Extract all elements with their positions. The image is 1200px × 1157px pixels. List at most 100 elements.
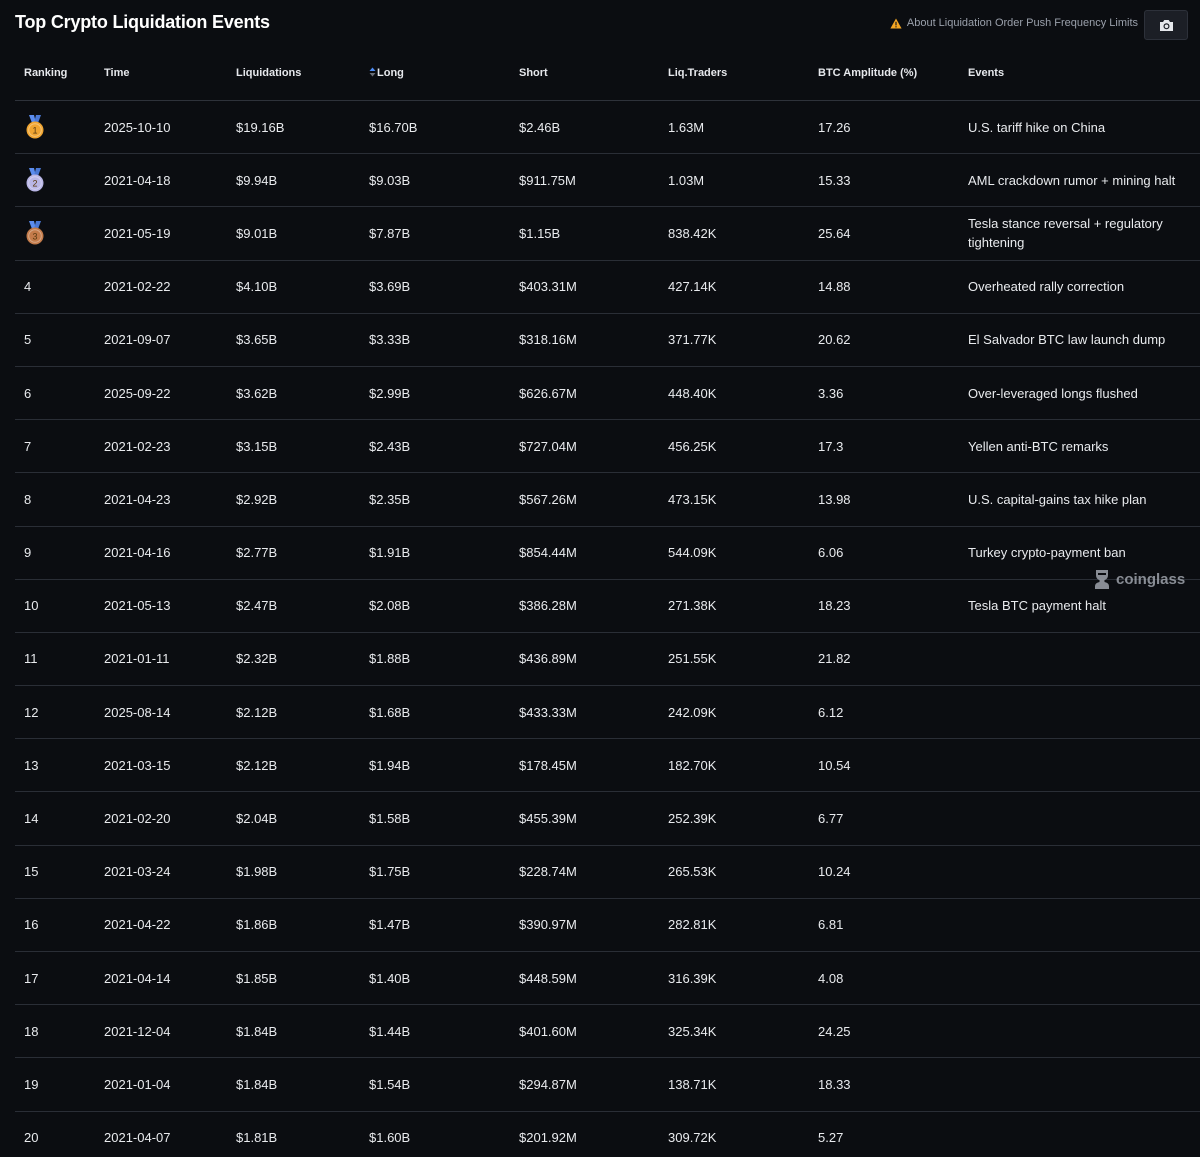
cell-liq-traders: 1.63M <box>668 119 705 135</box>
cell-ranking: 5 <box>24 314 31 366</box>
rank-number: 6 <box>24 385 32 401</box>
cell-ranking: 17 <box>24 952 38 1004</box>
col-long-label: Long <box>377 67 404 79</box>
cell-time: 2021-09-07 <box>104 332 171 348</box>
cell-long: $1.47B <box>369 917 411 933</box>
cell-short: $433.33M <box>519 704 577 720</box>
cell-btc-amplitude: 21.82 <box>818 651 851 667</box>
cell-short: $455.39M <box>519 811 577 827</box>
rank-number: 15 <box>24 864 39 880</box>
cell-ranking: 2 <box>24 154 46 206</box>
cell-liquidations: $1.85B <box>236 970 278 986</box>
cell-ranking: 13 <box>24 739 38 791</box>
cell-short: $567.26M <box>519 491 577 507</box>
cell-liq-traders: 544.09K <box>668 545 717 561</box>
table-row[interactable]: 16 2021-04-22 $1.86B $1.47B $390.97M 282.81K 6… <box>15 899 1200 952</box>
cell-liquidations: $2.04B <box>236 811 278 827</box>
cell-events <box>968 739 1180 791</box>
col-long[interactable]: Long <box>369 67 404 79</box>
cell-time: 2021-04-22 <box>104 917 171 933</box>
cell-long: $1.94B <box>369 757 411 773</box>
frequency-limits-notice[interactable]: About Liquidation Order Push Frequency L… <box>890 17 1138 29</box>
cell-long: $1.68B <box>369 704 411 720</box>
cell-events <box>968 899 1180 951</box>
cell-short: $2.46B <box>519 119 561 135</box>
cell-liq-traders: 265.53K <box>668 864 717 880</box>
cell-ranking: 6 <box>24 367 31 419</box>
cell-liq-traders: 252.39K <box>668 811 717 827</box>
cell-time: 2021-02-23 <box>104 438 171 454</box>
col-btc-amplitude[interactable]: BTC Amplitude (%) <box>818 67 917 79</box>
cell-long: $2.08B <box>369 598 411 614</box>
rank-number: 2 <box>32 179 37 189</box>
screenshot-button[interactable] <box>1144 10 1188 40</box>
cell-short: $318.16M <box>519 332 577 348</box>
rank-number: 8 <box>24 491 32 507</box>
table-row[interactable]: 6 2025-09-22 $3.62B $2.99B $626.67M 448.40K 3.… <box>15 367 1200 421</box>
table-row[interactable]: 5 2021-09-07 $3.65B $3.33B $318.16M 371.77K 20… <box>15 314 1200 367</box>
table-row[interactable]: 20 2021-04-07 $1.81B $1.60B $201.92M 309.72K 5… <box>15 1112 1200 1157</box>
table-row[interactable]: 17 2021-04-14 $1.85B $1.40B $448.59M 316.39K 4… <box>15 952 1200 1006</box>
coinglass-logo-icon <box>1095 570 1109 589</box>
cell-liq-traders: 271.38K <box>668 598 717 614</box>
table-row[interactable]: 7 2021-02-23 $3.15B $2.43B $727.04M 456.25K 17… <box>15 420 1200 474</box>
cell-ranking: 20 <box>24 1112 38 1157</box>
notice-text[interactable]: About Liquidation Order Push Frequency L… <box>907 17 1138 29</box>
col-events[interactable]: Events <box>968 67 1004 79</box>
table-row[interactable]: 14 2021-02-20 $2.04B $1.58B $455.39M 252.39K 6… <box>15 792 1200 846</box>
cell-events <box>968 846 1180 898</box>
table-row[interactable]: 13 2021-03-15 $2.12B $1.94B $178.45M 182.70K 1… <box>15 739 1200 793</box>
cell-time: 2025-08-14 <box>104 704 171 720</box>
cell-btc-amplitude: 17.3 <box>818 438 844 454</box>
cell-liq-traders: 309.72K <box>668 1130 717 1146</box>
cell-long: $1.40B <box>369 970 411 986</box>
cell-short: $448.59M <box>519 970 577 986</box>
table-row[interactable]: 4 2021-02-22 $4.10B $3.69B $403.31M 427.14K 14… <box>15 261 1200 314</box>
cell-time: 2021-03-15 <box>104 757 171 773</box>
col-time[interactable]: Time <box>104 67 129 79</box>
col-ranking[interactable]: Ranking <box>24 67 67 79</box>
cell-events: AML crackdown rumor + mining halt <box>968 172 1176 188</box>
rank-number: 5 <box>24 332 32 348</box>
col-liquidations[interactable]: Liquidations <box>236 67 301 79</box>
cell-time: 2021-05-13 <box>104 598 171 614</box>
col-liq-traders[interactable]: Liq.Traders <box>668 67 727 79</box>
cell-short: $436.89M <box>519 651 577 667</box>
cell-ranking: 4 <box>24 261 31 313</box>
rank-number: 9 <box>24 545 32 561</box>
cell-time: 2021-03-24 <box>104 864 171 880</box>
table-row[interactable]: 18 2021-12-04 $1.84B $1.44B $401.60M 325.34K 2… <box>15 1005 1200 1059</box>
rank-number: 18 <box>24 1023 39 1039</box>
table-row[interactable]: 11 2021-01-11 $2.32B $1.88B $436.89M 251.55K 2… <box>15 633 1200 687</box>
table-row[interactable]: 12 2025-08-14 $2.12B $1.68B $433.33M 242.09K 6… <box>15 686 1200 740</box>
cell-liquidations: $2.12B <box>236 704 278 720</box>
cell-ranking: 18 <box>24 1005 38 1057</box>
cell-time: 2021-01-04 <box>104 1076 171 1092</box>
cell-liq-traders: 251.55K <box>668 651 717 667</box>
col-short[interactable]: Short <box>519 67 548 79</box>
cell-btc-amplitude: 5.27 <box>818 1130 844 1146</box>
table-row[interactable]: 9 2021-04-16 $2.77B $1.91B $854.44M 544.09K 6.… <box>15 527 1200 580</box>
cell-btc-amplitude: 6.77 <box>818 811 844 827</box>
table-row[interactable]: 8 2021-04-23 $2.92B $2.35B $567.26M 473.15K 13… <box>15 473 1200 527</box>
cell-liquidations: $2.92B <box>236 491 278 507</box>
table-row[interactable]: 15 2021-03-24 $1.98B $1.75B $228.74M 265.53K 1… <box>15 846 1200 899</box>
rank-number: 7 <box>24 438 32 454</box>
table-row[interactable]: 10 2021-05-13 $2.47B $2.08B $386.28M 271.38K 1… <box>15 580 1200 633</box>
table-row[interactable]: 19 2021-01-04 $1.84B $1.54B $294.87M 138.71K 1… <box>15 1058 1200 1112</box>
cell-btc-amplitude: 6.12 <box>818 704 844 720</box>
cell-liquidations: $19.16B <box>236 119 285 135</box>
cell-liq-traders: 838.42K <box>668 225 717 241</box>
cell-btc-amplitude: 14.88 <box>818 279 851 295</box>
rank-number: 3 <box>32 232 37 242</box>
cell-time: 2021-01-11 <box>104 651 170 667</box>
table-row[interactable]: 3 2021-05-19 $9.01B $7.87B $1.15B 838.42K 25.6… <box>15 207 1200 261</box>
table-row[interactable]: 1 2025-10-10 $19.16B $16.70B $2.46B 1.63M 17.2… <box>15 101 1200 155</box>
cell-ranking: 15 <box>24 846 38 898</box>
cell-events <box>968 952 1180 1004</box>
rank-medal-icon: 2 <box>26 168 44 192</box>
cell-liquidations: $2.77B <box>236 545 278 561</box>
cell-liq-traders: 282.81K <box>668 917 717 933</box>
cell-btc-amplitude: 20.62 <box>818 332 851 348</box>
table-row[interactable]: 2 2021-04-18 $9.94B $9.03B $911.75M 1.03M 15.3… <box>15 154 1200 208</box>
